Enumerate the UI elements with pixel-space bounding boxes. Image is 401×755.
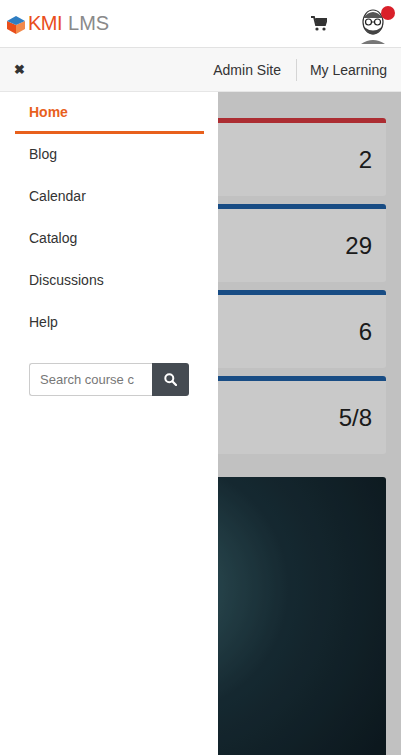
search-button[interactable] (152, 363, 189, 396)
menu-item[interactable]: Help (15, 302, 204, 344)
course-search (29, 363, 189, 396)
close-menu-button[interactable]: ✖ (14, 62, 25, 77)
logo-brand: KMI (28, 12, 62, 35)
menu-item[interactable]: Home (15, 92, 204, 134)
cube-icon (5, 13, 27, 35)
side-menu: HomeBlogCalendarCatalogDiscussionsHelp (0, 92, 218, 755)
menu-item[interactable]: Catalog (15, 218, 204, 260)
notification-badge (381, 6, 395, 20)
menu-item[interactable]: Discussions (15, 260, 204, 302)
menu-item[interactable]: Blog (15, 134, 204, 176)
toolbar-link[interactable]: Admin Site (213, 59, 281, 81)
menu-item[interactable]: Calendar (15, 176, 204, 218)
header: KMI LMS (0, 0, 401, 48)
logo[interactable]: KMI LMS (5, 12, 109, 35)
toolbar-link[interactable]: My Learning (296, 59, 387, 81)
magnifier-icon (164, 373, 177, 386)
app: KMILMS✖Admin SiteMy Learning22965/8HomeB… (0, 0, 401, 755)
toolbar-links: Admin Site My Learning (213, 59, 387, 81)
user-avatar[interactable] (355, 4, 391, 44)
search-input[interactable] (29, 363, 152, 396)
toolbar: ✖ Admin Site My Learning (0, 48, 401, 92)
cart-icon[interactable] (311, 16, 327, 31)
header-actions (311, 4, 391, 44)
logo-product: LMS (68, 12, 109, 35)
